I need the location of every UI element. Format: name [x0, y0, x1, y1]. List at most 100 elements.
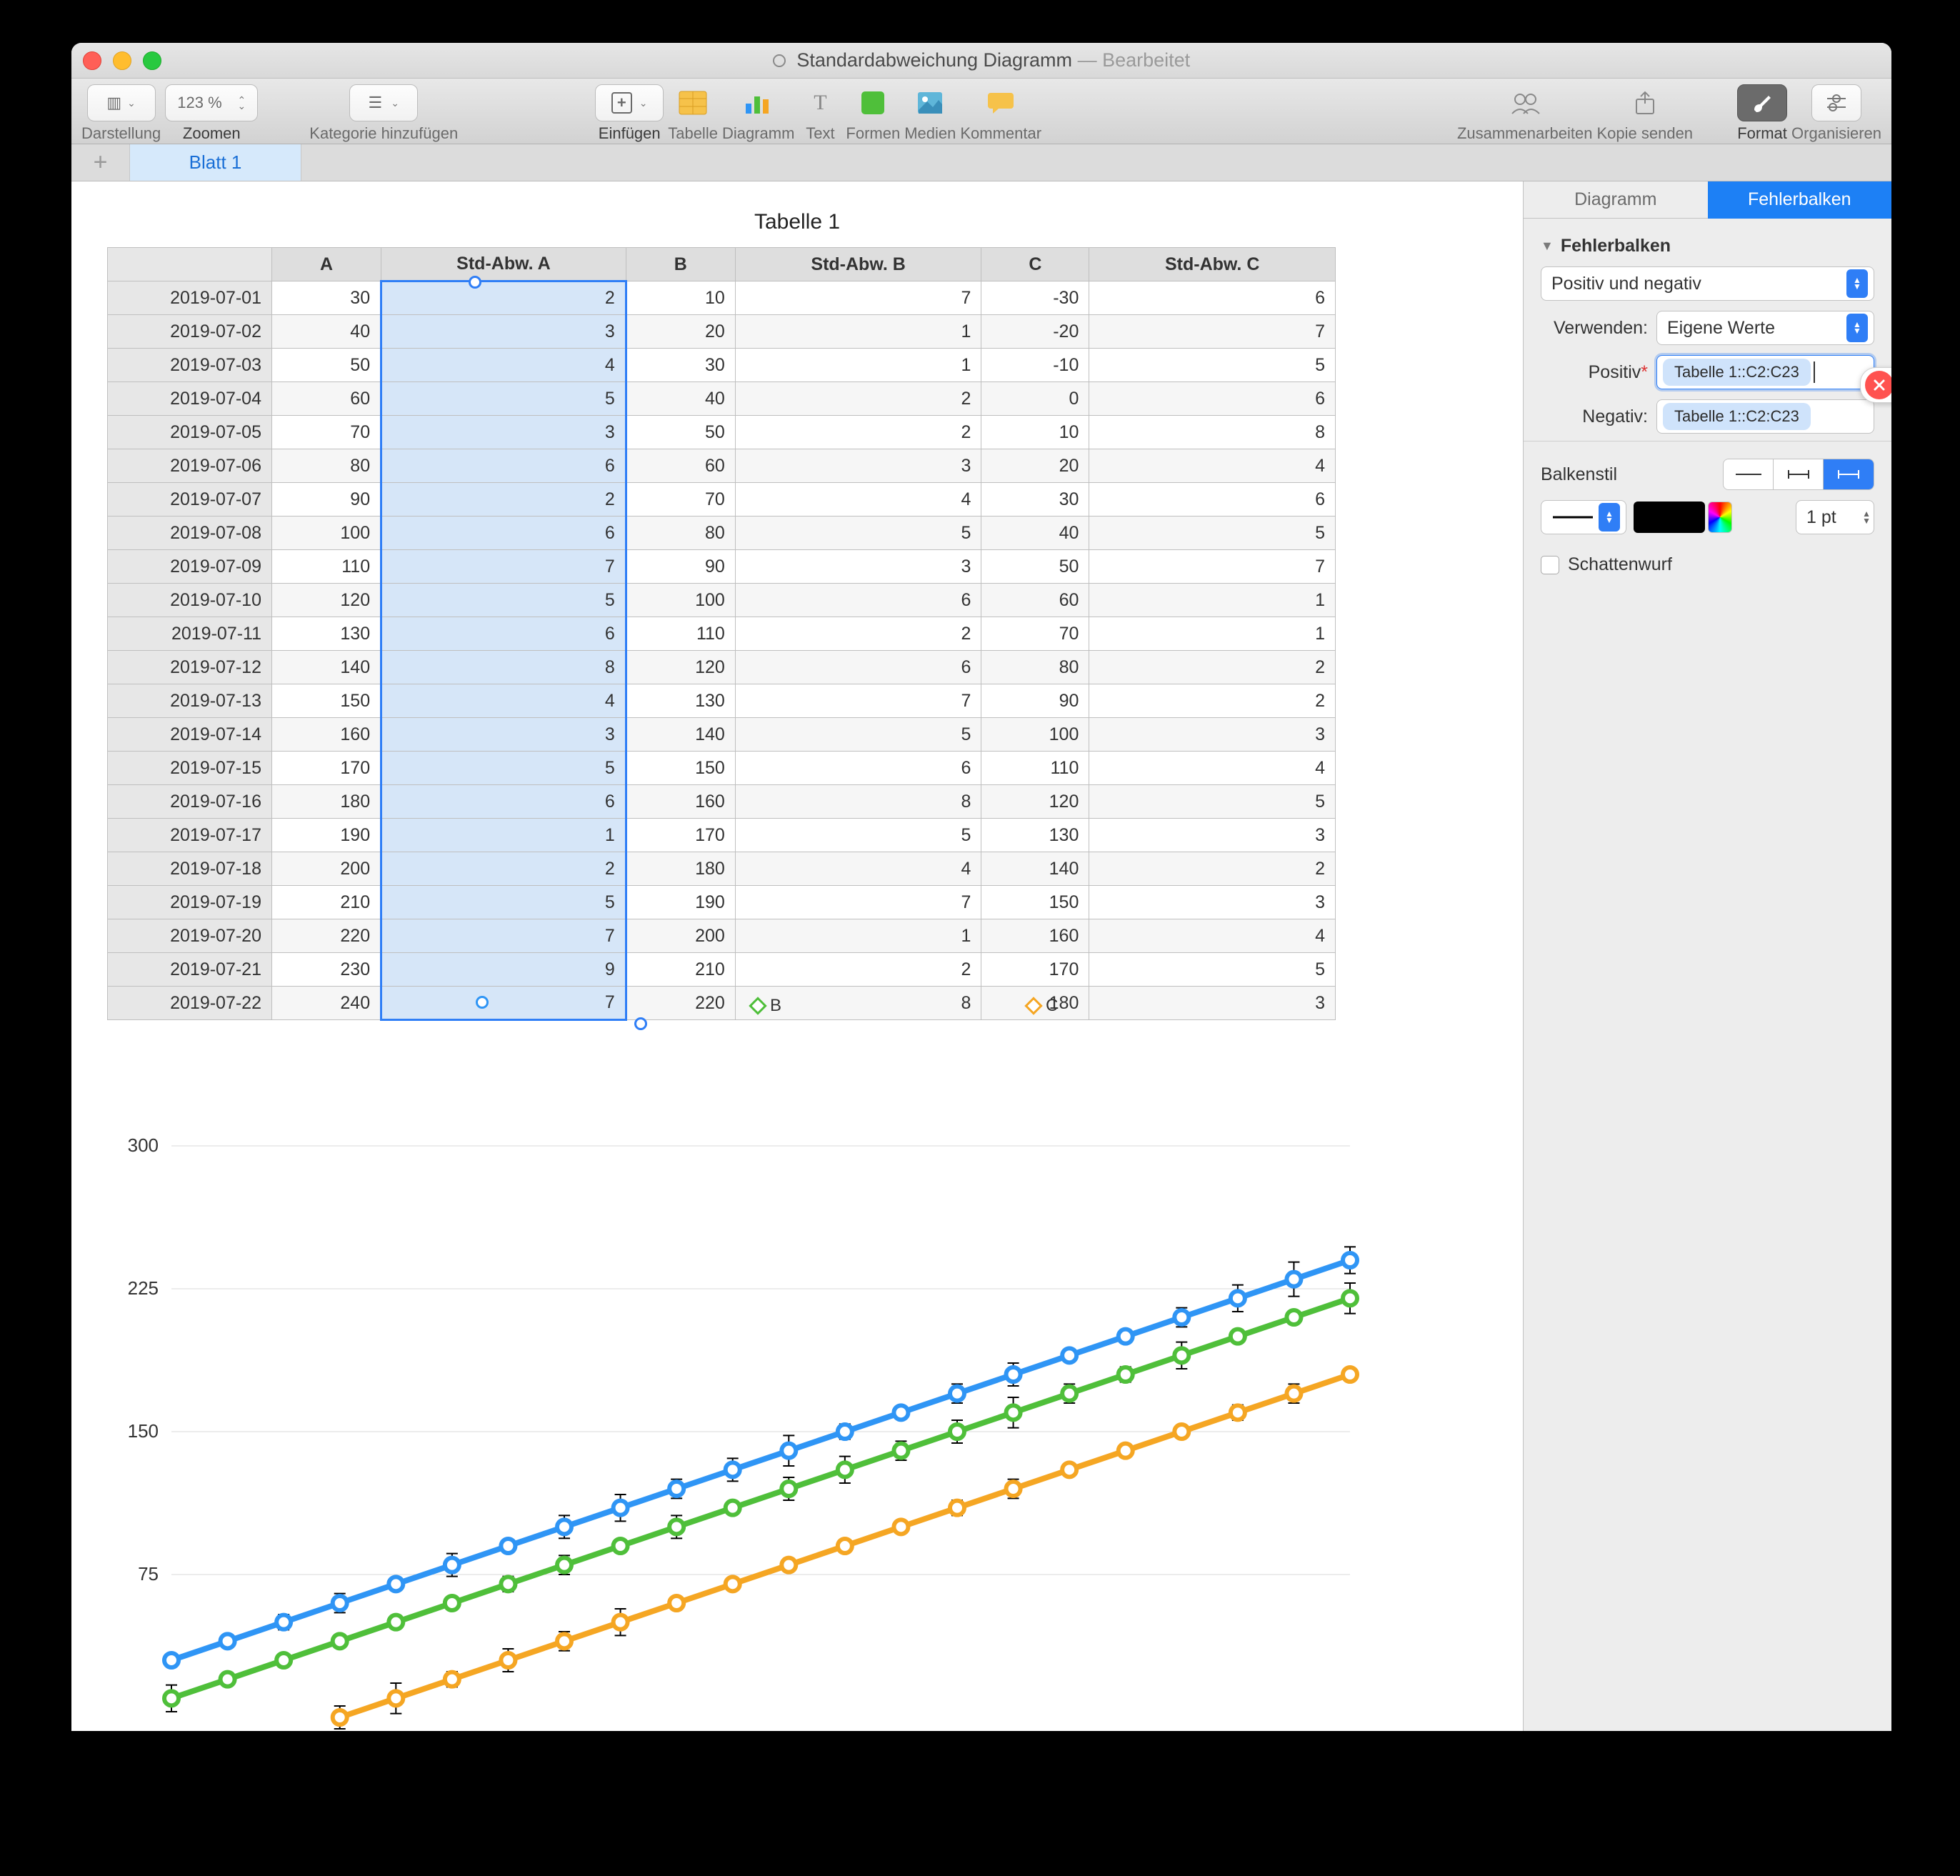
stepper-icon[interactable]: ▲▼	[1862, 510, 1871, 524]
data-point[interactable]	[781, 1482, 796, 1496]
line-width-field[interactable]: 1 pt ▲▼	[1796, 500, 1874, 534]
data-point[interactable]	[1174, 1310, 1189, 1324]
data-point[interactable]	[950, 1501, 964, 1515]
table-cell[interactable]: 7	[735, 684, 981, 718]
data-point[interactable]	[501, 1577, 515, 1591]
table-cell[interactable]: 100	[626, 584, 735, 617]
row-header[interactable]: 2019-07-10	[108, 584, 272, 617]
data-point[interactable]	[221, 1672, 235, 1687]
table-cell[interactable]: 140	[626, 718, 735, 752]
row-header[interactable]: 2019-07-03	[108, 349, 272, 382]
table-cell[interactable]: 10	[626, 281, 735, 315]
table-cell[interactable]: 5	[1089, 517, 1336, 550]
table-cell[interactable]: 150	[272, 684, 381, 718]
table-cell[interactable]: 50	[626, 416, 735, 449]
data-point[interactable]	[333, 1710, 347, 1725]
row-header[interactable]: 2019-07-12	[108, 651, 272, 684]
table-cell[interactable]: 20	[626, 315, 735, 349]
table-cell[interactable]: 10	[981, 416, 1089, 449]
data-point[interactable]	[669, 1596, 684, 1610]
table-cell[interactable]: 2	[735, 416, 981, 449]
table-cell[interactable]: -10	[981, 349, 1089, 382]
table-cell[interactable]: 160	[981, 919, 1089, 953]
table-cell[interactable]: 2	[735, 382, 981, 416]
table-cell[interactable]: 2	[381, 852, 626, 886]
table-cell[interactable]: 3	[381, 315, 626, 349]
table-cell[interactable]: 180	[272, 785, 381, 819]
color-picker-icon[interactable]	[1708, 502, 1732, 533]
data-point[interactable]	[726, 1501, 740, 1515]
row-header[interactable]: 2019-07-02	[108, 315, 272, 349]
data-point[interactable]	[389, 1691, 403, 1705]
row-header[interactable]: 2019-07-17	[108, 819, 272, 852]
table-cell[interactable]: 1	[735, 315, 981, 349]
table-cell[interactable]: 230	[272, 953, 381, 987]
barstyle-line[interactable]	[1724, 459, 1774, 489]
table-cell[interactable]: 40	[981, 517, 1089, 550]
data-point[interactable]	[557, 1558, 571, 1572]
data-point[interactable]	[276, 1615, 291, 1630]
table-cell[interactable]: 190	[626, 886, 735, 919]
column-header[interactable]: B	[626, 248, 735, 281]
table-cell[interactable]: 9	[381, 953, 626, 987]
table-cell[interactable]: 40	[626, 382, 735, 416]
chart[interactable]: 75150225300	[107, 1139, 1364, 1725]
data-point[interactable]	[1231, 1291, 1245, 1305]
table-cell[interactable]: 4	[1089, 919, 1336, 953]
table-cell[interactable]: 7	[1089, 550, 1336, 584]
data-point[interactable]	[614, 1615, 628, 1630]
table-cell[interactable]: 6	[1089, 281, 1336, 315]
table-cell[interactable]: 70	[626, 483, 735, 517]
zoom-button[interactable]: 123 % ⌃ ⌄	[165, 84, 258, 121]
data-point[interactable]	[838, 1425, 852, 1439]
table-cell[interactable]: 0	[981, 382, 1089, 416]
table-row[interactable]: 2019-07-15170515061104	[108, 752, 1336, 785]
data-point[interactable]	[445, 1558, 459, 1572]
table-cell[interactable]: 90	[626, 550, 735, 584]
table-row[interactable]: 2019-07-17190117051303	[108, 819, 1336, 852]
data-point[interactable]	[726, 1462, 740, 1477]
table-cell[interactable]: 240	[272, 987, 381, 1020]
table-cell[interactable]: 80	[626, 517, 735, 550]
table-cell[interactable]: 220	[626, 987, 735, 1020]
data-point[interactable]	[726, 1577, 740, 1591]
table-cell[interactable]: 5	[381, 752, 626, 785]
insert-button[interactable]: + ⌄	[595, 84, 664, 121]
table-cell[interactable]: 6	[381, 785, 626, 819]
add-sheet-button[interactable]: +	[71, 144, 130, 181]
table-cell[interactable]: 90	[272, 483, 381, 517]
data-point[interactable]	[614, 1539, 628, 1553]
section-header[interactable]: ▼ Fehlerbalken	[1541, 236, 1874, 256]
column-header[interactable]: A	[272, 248, 381, 281]
table-cell[interactable]: 5	[381, 886, 626, 919]
selection-handle[interactable]	[469, 276, 481, 289]
media-icon[interactable]	[917, 91, 943, 114]
data-point[interactable]	[557, 1520, 571, 1534]
table-title[interactable]: Tabelle 1	[107, 210, 1487, 234]
table-cell[interactable]: 3	[735, 550, 981, 584]
table-row[interactable]: 2019-07-1012051006601	[108, 584, 1336, 617]
data-point[interactable]	[669, 1482, 684, 1496]
table-cell[interactable]: 2	[381, 483, 626, 517]
data-point[interactable]	[950, 1425, 964, 1439]
table-row[interactable]: 2019-07-1315041307902	[108, 684, 1336, 718]
data-point[interactable]	[894, 1405, 908, 1420]
row-header[interactable]: 2019-07-14	[108, 718, 272, 752]
row-header[interactable]: 2019-07-13	[108, 684, 272, 718]
minimize-icon[interactable]	[113, 51, 131, 70]
table-cell[interactable]: 110	[981, 752, 1089, 785]
use-select[interactable]: Eigene Werte ▲▼	[1656, 311, 1874, 345]
shadow-checkbox[interactable]	[1541, 556, 1559, 574]
table-cell[interactable]: 140	[981, 852, 1089, 886]
table-cell[interactable]: 30	[272, 281, 381, 315]
line-style-select[interactable]: ▲▼	[1541, 500, 1626, 534]
table-row[interactable]: 2019-07-01302107-306	[108, 281, 1336, 315]
data-table[interactable]: AStd-Abw. ABStd-Abw. BCStd-Abw. C 2019-0…	[107, 247, 1336, 1021]
table-cell[interactable]: 40	[272, 315, 381, 349]
column-header[interactable]: Std-Abw. B	[735, 248, 981, 281]
table-cell[interactable]: 50	[272, 349, 381, 382]
data-point[interactable]	[164, 1653, 179, 1667]
table-cell[interactable]: 3	[1089, 987, 1336, 1020]
table-cell[interactable]: 210	[272, 886, 381, 919]
data-point[interactable]	[1286, 1387, 1301, 1401]
